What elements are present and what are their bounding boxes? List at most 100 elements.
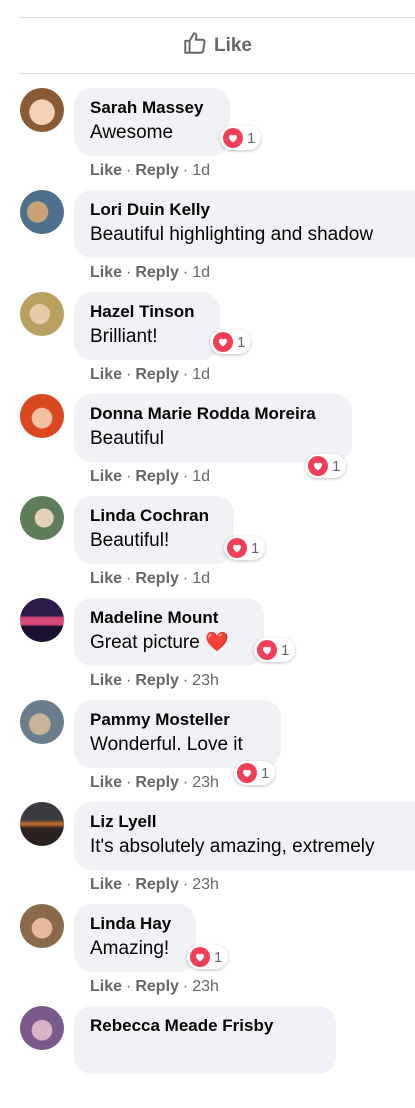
separator: · [126, 570, 132, 587]
comment-item: Linda Hay Amazing! 1 Like · Reply · 23h [0, 904, 415, 1006]
avatar[interactable] [20, 1006, 64, 1050]
comment-item: Madeline Mount Great picture ❤️ 1 Like · R… [0, 598, 415, 700]
comment-like-link[interactable]: Like [90, 672, 122, 689]
reaction-count: 1 [237, 333, 246, 351]
comment-like-link[interactable]: Like [90, 468, 122, 485]
comment-time[interactable]: 1d [192, 264, 210, 281]
comment-reply-link[interactable]: Reply [135, 366, 179, 383]
comment-actions: Like · Reply · 1d [90, 570, 210, 588]
comment-reply-link[interactable]: Reply [135, 672, 179, 689]
reaction-badge[interactable]: 1 [254, 638, 296, 662]
reaction-badge[interactable]: 1 [187, 945, 229, 969]
comment-bubble: Sarah Massey Awesome [74, 88, 230, 156]
avatar[interactable] [20, 700, 64, 744]
comment-author[interactable]: Madeline Mount [90, 607, 248, 629]
comment-like-link[interactable]: Like [90, 876, 122, 893]
comment-bubble: Madeline Mount Great picture ❤️ [74, 598, 264, 666]
heart-icon [237, 763, 257, 783]
reaction-badge[interactable]: 1 [224, 536, 266, 560]
avatar[interactable] [20, 292, 64, 336]
comment-text: Awesome [90, 122, 174, 143]
comment-reply-link[interactable]: Reply [135, 876, 179, 893]
separator: · [182, 978, 189, 995]
comment-author[interactable]: Linda Cochran [90, 505, 218, 527]
comment-reply-link[interactable]: Reply [135, 468, 179, 485]
comment-item: Hazel Tinson Brilliant! 1 Like · Reply · 1d [0, 292, 415, 394]
comment-like-link[interactable]: Like [90, 774, 122, 791]
separator: · [182, 774, 189, 791]
comment-reply-link[interactable]: Reply [135, 264, 179, 281]
like-button[interactable]: Like [19, 18, 415, 73]
separator: · [182, 366, 189, 383]
comment-author[interactable]: Hazel Tinson [90, 301, 204, 323]
reaction-count: 1 [251, 539, 260, 557]
comment-text: Beautiful [90, 428, 164, 449]
comment-time[interactable]: 23h [192, 978, 219, 995]
reaction-badge[interactable]: 1 [234, 761, 276, 785]
comment-like-link[interactable]: Like [90, 366, 122, 383]
comment-actions: Like · Reply · 1d [90, 162, 210, 180]
comment-time[interactable]: 23h [192, 774, 219, 791]
avatar[interactable] [20, 904, 64, 948]
thumbs-up-icon [182, 30, 208, 62]
comment-reply-link[interactable]: Reply [135, 774, 179, 791]
comment-like-link[interactable]: Like [90, 162, 122, 179]
comment-time[interactable]: 1d [192, 366, 210, 383]
avatar[interactable] [20, 394, 64, 438]
separator: · [126, 774, 132, 791]
reaction-badge[interactable]: 1 [305, 454, 347, 478]
comment-time[interactable]: 23h [192, 876, 219, 893]
comment-item: Linda Cochran Beautiful! 1 Like · Reply · 1d [0, 496, 415, 598]
comment-time[interactable]: 23h [192, 672, 219, 689]
separator: · [126, 264, 132, 281]
comment-time[interactable]: 1d [192, 468, 210, 485]
comment-author[interactable]: Lori Duin Kelly [90, 199, 403, 221]
comment-author[interactable]: Sarah Massey [90, 97, 214, 119]
comment-author[interactable]: Rebecca Meade Frisby [90, 1015, 320, 1037]
avatar[interactable] [20, 190, 64, 234]
heart-icon [308, 456, 328, 476]
comment-bubble: Donna Marie Rodda Moreira Beautiful [74, 394, 352, 462]
comment-like-link[interactable]: Like [90, 978, 122, 995]
comment-like-link[interactable]: Like [90, 570, 122, 587]
comment-author[interactable]: Linda Hay [90, 913, 180, 935]
avatar[interactable] [20, 88, 64, 132]
avatar[interactable] [20, 802, 64, 846]
comment-item: Rebecca Meade Frisby [0, 1006, 415, 1108]
separator: · [182, 570, 189, 587]
comment-author[interactable]: Donna Marie Rodda Moreira [90, 403, 336, 425]
comment-text-body: Great picture [90, 632, 200, 653]
comment-item: Liz Lyell It's absolutely amazing, extre… [0, 802, 415, 904]
avatar[interactable] [20, 598, 64, 642]
comment-bubble: Lori Duin Kelly Beautiful highlighting a… [74, 190, 415, 258]
comment-actions: Like · Reply · 23h [90, 774, 219, 792]
comment-actions: Like · Reply · 23h [90, 876, 219, 894]
heart-icon [190, 947, 210, 967]
comment-reply-link[interactable]: Reply [135, 570, 179, 587]
comment-bubble: Hazel Tinson Brilliant! [74, 292, 220, 360]
comment-text: It's absolutely amazing, extremely [90, 836, 375, 857]
comment-author[interactable]: Pammy Mosteller [90, 709, 265, 731]
separator: · [182, 876, 189, 893]
separator: · [182, 672, 189, 689]
comment-reply-link[interactable]: Reply [135, 978, 179, 995]
comment-like-link[interactable]: Like [90, 264, 122, 281]
divider-bottom [19, 73, 415, 74]
separator: · [182, 264, 189, 281]
comment-bubble: Liz Lyell It's absolutely amazing, extre… [74, 802, 415, 870]
red-heart-emoji: ❤️ [205, 632, 229, 653]
heart-icon [213, 332, 233, 352]
comment-bubble: Linda Hay Amazing! [74, 904, 196, 972]
separator: · [126, 876, 132, 893]
comment-reply-link[interactable]: Reply [135, 162, 179, 179]
comment-author[interactable]: Liz Lyell [90, 811, 403, 833]
reaction-badge[interactable]: 1 [210, 330, 252, 354]
comment-item: Lori Duin Kelly Beautiful highlighting a… [0, 190, 415, 292]
comment-time[interactable]: 1d [192, 570, 210, 587]
avatar[interactable] [20, 496, 64, 540]
comment-time[interactable]: 1d [192, 162, 210, 179]
reaction-badge[interactable]: 1 [220, 126, 262, 150]
comment-item: Sarah Massey Awesome 1 Like · Reply · 1d [0, 88, 415, 190]
reaction-count: 1 [214, 948, 223, 966]
comment-actions: Like · Reply · 1d [90, 264, 210, 282]
